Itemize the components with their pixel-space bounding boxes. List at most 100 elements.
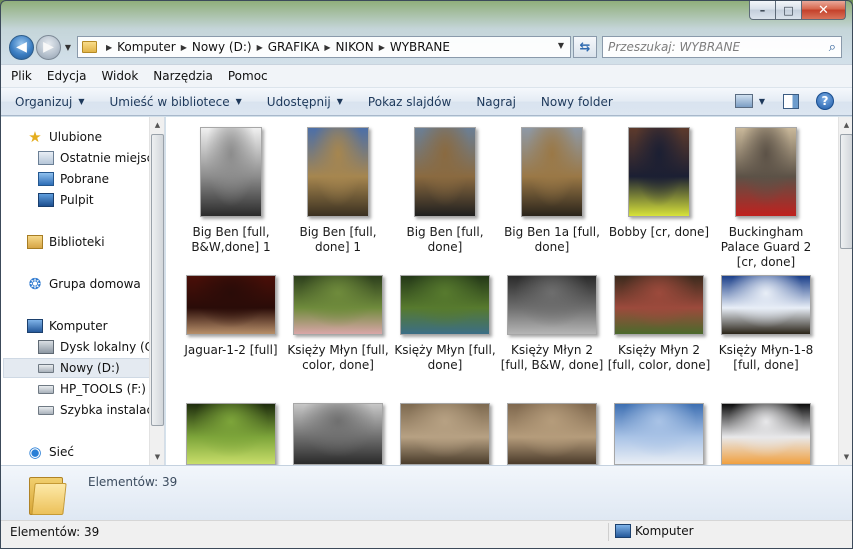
minimize-button[interactable]: – bbox=[749, 1, 776, 20]
file-item[interactable]: Buckingham Palace Guard 2 [cr, done] bbox=[713, 127, 819, 270]
refresh-button[interactable]: ⇆ bbox=[573, 36, 597, 58]
address-bar[interactable]: ▶ Komputer ▶ Nowy (D:) ▶ GRAFIKA ▶ NIKON… bbox=[77, 36, 571, 58]
file-item[interactable] bbox=[499, 403, 605, 465]
new-folder-button[interactable]: Nowy folder bbox=[541, 95, 613, 109]
image-thumbnail[interactable] bbox=[307, 127, 369, 217]
scroll-up-icon[interactable]: ▲ bbox=[839, 117, 852, 133]
chevron-right-icon[interactable]: ▶ bbox=[379, 43, 385, 52]
image-thumbnail[interactable] bbox=[400, 403, 490, 465]
image-thumbnail[interactable] bbox=[521, 127, 583, 217]
breadcrumb-wybrane[interactable]: WYBRANE bbox=[390, 40, 450, 54]
menu-widok[interactable]: Widok bbox=[101, 69, 138, 83]
recent-pages-dropdown[interactable]: ▼ bbox=[61, 43, 75, 52]
status-zone-label: Komputer bbox=[635, 524, 694, 538]
chevron-right-icon[interactable]: ▶ bbox=[257, 43, 263, 52]
file-name-label: Księży Młyn 2 [full, color, done] bbox=[607, 343, 711, 372]
star-icon: ★ bbox=[28, 128, 42, 146]
image-thumbnail[interactable] bbox=[186, 275, 276, 335]
view-options-dropdown[interactable]: ▼ bbox=[759, 97, 765, 106]
change-view-icon[interactable] bbox=[734, 94, 753, 108]
file-item[interactable] bbox=[392, 403, 498, 465]
nav-quick-install[interactable]: Szybka instalacja bbox=[38, 400, 164, 420]
menu-pomoc[interactable]: Pomoc bbox=[228, 69, 268, 83]
chevron-right-icon[interactable]: ▶ bbox=[181, 43, 187, 52]
nav-computer-label: Komputer bbox=[49, 319, 108, 333]
search-icon[interactable]: ⌕ bbox=[829, 40, 836, 55]
menu-edycja[interactable]: Edycja bbox=[47, 69, 87, 83]
nav-drive-d[interactable]: Nowy (D:) bbox=[3, 358, 150, 378]
help-icon[interactable]: ? bbox=[816, 92, 834, 110]
file-item[interactable]: Bobby [cr, done] bbox=[606, 127, 712, 240]
image-thumbnail[interactable] bbox=[414, 127, 476, 217]
scroll-down-icon[interactable]: ▼ bbox=[839, 449, 852, 465]
address-history-dropdown[interactable]: ▼ bbox=[558, 41, 564, 50]
search-input[interactable] bbox=[608, 40, 808, 54]
breadcrumb-computer[interactable]: Komputer bbox=[117, 40, 176, 54]
nav-drive-f[interactable]: HP_TOOLS (F:) bbox=[38, 379, 146, 399]
file-item[interactable]: Big Ben 1a [full, done] bbox=[499, 127, 605, 255]
file-item[interactable]: Księży Młyn [full, done] bbox=[392, 275, 498, 373]
organize-button[interactable]: Organizuj ▼ bbox=[15, 95, 84, 109]
nav-downloads[interactable]: Pobrane bbox=[38, 169, 109, 189]
image-thumbnail[interactable] bbox=[507, 275, 597, 335]
menu-plik[interactable]: Plik bbox=[11, 69, 32, 83]
image-thumbnail[interactable] bbox=[186, 403, 276, 465]
maximize-button[interactable]: □ bbox=[776, 1, 802, 20]
file-item[interactable]: Big Ben [full, done] 1 bbox=[285, 127, 391, 255]
nav-drive-c[interactable]: Dysk lokalny (C:) bbox=[38, 337, 162, 357]
file-item[interactable]: Big Ben [full, B&W,done] 1 bbox=[178, 127, 284, 255]
image-thumbnail[interactable] bbox=[628, 127, 690, 217]
menu-narzedzia[interactable]: Narzędzia bbox=[153, 69, 213, 83]
scrollbar-thumb[interactable] bbox=[151, 134, 164, 426]
file-item[interactable] bbox=[713, 403, 819, 465]
nav-desktop[interactable]: Pulpit bbox=[38, 190, 94, 210]
file-name-label: Big Ben [full, B&W,done] 1 bbox=[191, 225, 271, 254]
nav-favorites[interactable]: ★ Ulubione bbox=[27, 127, 102, 147]
search-box[interactable]: ⌕ bbox=[602, 36, 842, 58]
burn-button[interactable]: Nagraj bbox=[476, 95, 516, 109]
image-thumbnail[interactable] bbox=[614, 403, 704, 465]
file-item[interactable]: Księży Młyn 2 [full, color, done] bbox=[606, 275, 712, 373]
breadcrumb-grafika[interactable]: GRAFIKA bbox=[268, 40, 320, 54]
image-thumbnail[interactable] bbox=[293, 275, 383, 335]
image-thumbnail[interactable] bbox=[293, 403, 383, 465]
image-thumbnail[interactable] bbox=[721, 275, 811, 335]
nav-homegroup[interactable]: ❂ Grupa domowa bbox=[27, 274, 141, 294]
image-thumbnail[interactable] bbox=[200, 127, 262, 217]
nav-libraries[interactable]: Biblioteki bbox=[27, 232, 105, 252]
file-item[interactable] bbox=[606, 403, 712, 465]
forward-button[interactable]: ▶ bbox=[36, 34, 61, 60]
file-item[interactable]: Jaguar-1-2 [full] bbox=[178, 275, 284, 358]
preview-pane-icon[interactable] bbox=[783, 93, 799, 109]
file-item[interactable] bbox=[178, 403, 284, 465]
image-thumbnail[interactable] bbox=[400, 275, 490, 335]
add-to-library-button[interactable]: Umieść w bibliotece ▼ bbox=[109, 95, 241, 109]
nav-network[interactable]: ◉ Sieć bbox=[27, 442, 73, 462]
image-thumbnail[interactable] bbox=[507, 403, 597, 465]
chevron-right-icon[interactable]: ▶ bbox=[106, 43, 112, 52]
file-item[interactable]: Big Ben [full, done] bbox=[392, 127, 498, 255]
share-button[interactable]: Udostępnij ▼ bbox=[267, 95, 343, 109]
scroll-down-icon[interactable]: ▼ bbox=[150, 449, 164, 465]
nav-pane-scrollbar[interactable]: ▲ ▼ bbox=[149, 117, 164, 465]
breadcrumb-nikon[interactable]: NIKON bbox=[336, 40, 374, 54]
file-view-scrollbar[interactable]: ▲ ▼ bbox=[838, 117, 852, 465]
nav-computer[interactable]: Komputer bbox=[27, 316, 108, 336]
back-button[interactable]: ◀ bbox=[9, 34, 34, 60]
file-item[interactable] bbox=[285, 403, 391, 465]
chevron-right-icon[interactable]: ▶ bbox=[324, 43, 330, 52]
nav-recent-places[interactable]: Ostatnie miejsca bbox=[38, 148, 161, 168]
breadcrumb-drive-d[interactable]: Nowy (D:) bbox=[192, 40, 252, 54]
file-item[interactable]: Księży Młyn [full, color, done] bbox=[285, 275, 391, 373]
close-button[interactable]: ✕ bbox=[802, 1, 846, 20]
image-thumbnail[interactable] bbox=[721, 403, 811, 465]
file-name-label: Bobby [cr, done] bbox=[608, 225, 710, 239]
file-item[interactable]: Księży Młyn 2 [full, B&W, done] bbox=[499, 275, 605, 373]
nav-downloads-label: Pobrane bbox=[60, 172, 110, 186]
image-thumbnail[interactable] bbox=[735, 127, 797, 217]
scroll-up-icon[interactable]: ▲ bbox=[150, 117, 164, 133]
scrollbar-thumb[interactable] bbox=[840, 134, 852, 249]
file-item[interactable]: Księży Młyn-1-8 [full, done] bbox=[713, 275, 819, 373]
slideshow-button[interactable]: Pokaz slajdów bbox=[368, 95, 451, 109]
image-thumbnail[interactable] bbox=[614, 275, 704, 335]
